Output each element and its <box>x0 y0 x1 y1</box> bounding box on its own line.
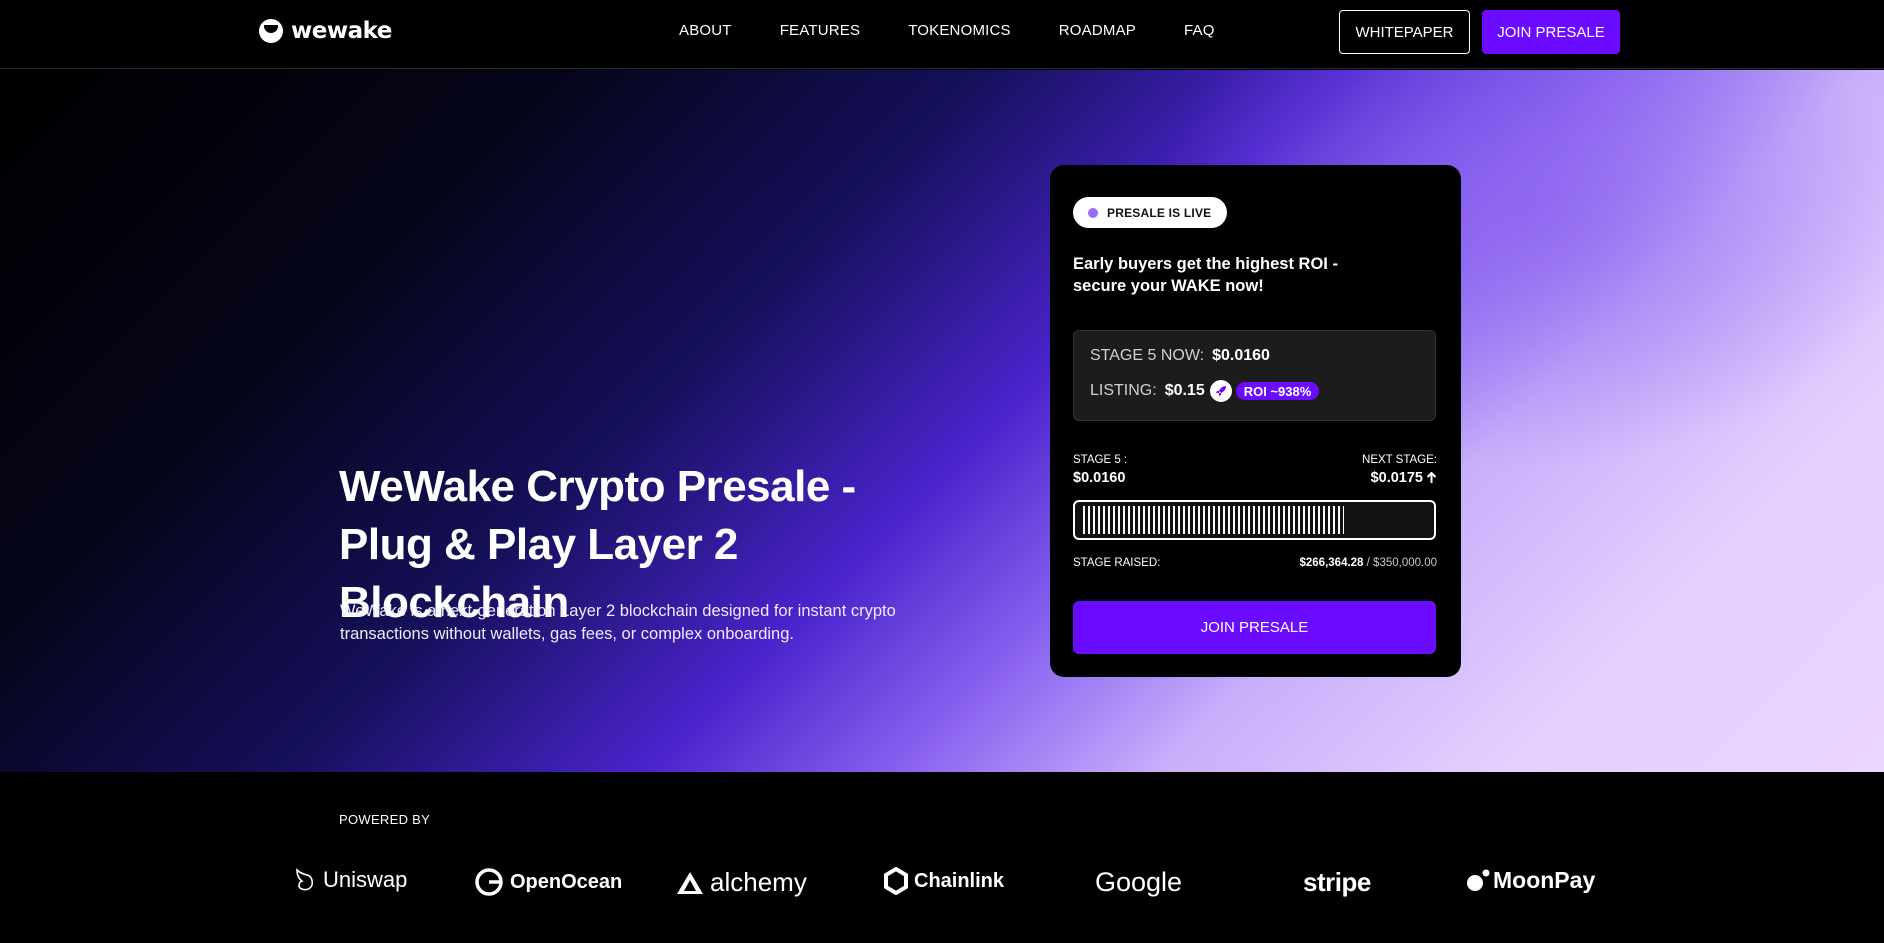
raised-value: $266,364.28 <box>1299 557 1364 569</box>
stage-raised-label: STAGE RAISED: <box>1073 557 1161 569</box>
current-stage-label: STAGE 5 : <box>1073 454 1128 466</box>
powered-by-label: POWERED BY <box>339 812 431 827</box>
partner-google: Google <box>1095 867 1182 898</box>
google-wordmark: Google <box>1095 867 1183 897</box>
nav-links: ABOUT FEATURES TOKENOMICS ROADMAP FAQ <box>679 22 1263 39</box>
next-stage-label: NEXT STAGE: <box>1362 454 1437 466</box>
brand-logo[interactable]: wewake <box>259 18 392 44</box>
stage-now-row: STAGE 5 NOW: $0.0160 <box>1090 347 1270 365</box>
listing-value: $0.15 <box>1164 382 1205 399</box>
alchemy-wordmark: alchemy <box>710 867 807 897</box>
live-dot-icon <box>1088 208 1098 218</box>
nav-link-tokenomics[interactable]: TOKENOMICS <box>908 22 1011 39</box>
hero-subtitle: WeWake is a next-generation Layer 2 bloc… <box>340 602 896 643</box>
uniswap-wordmark: Uniswap <box>323 867 408 892</box>
stage-progress-fill <box>1083 506 1345 534</box>
nav-link-roadmap[interactable]: ROADMAP <box>1059 22 1136 39</box>
next-stage-value: $0.0175 <box>1370 470 1423 486</box>
stage-now-value: $0.0160 <box>1212 347 1270 364</box>
presale-card: PRESALE IS LIVE Early buyers get the hig… <box>1050 165 1461 677</box>
partner-chainlink: Chainlink <box>884 867 1004 895</box>
nav-link-features[interactable]: FEATURES <box>780 22 861 39</box>
listing-label: LISTING: <box>1090 382 1157 399</box>
nav-join-presale-button[interactable]: JOIN PRESALE <box>1482 10 1620 54</box>
card-join-presale-button[interactable]: JOIN PRESALE <box>1073 601 1436 654</box>
stripe-wordmark: stripe <box>1303 867 1371 897</box>
stage-progress-bar <box>1073 500 1436 540</box>
next-stage-value-wrap: $0.0175 <box>1371 470 1437 486</box>
hero-section: WeWake Crypto Presale - Plug & Play Laye… <box>0 70 1884 772</box>
alchemy-logo-icon <box>677 871 703 894</box>
listing-row: LISTING: $0.15 ROI ~938% <box>1090 380 1320 402</box>
top-nav: wewake ABOUT FEATURES TOKENOMICS ROADMAP… <box>0 0 1884 69</box>
logo-text: wewake <box>291 18 392 44</box>
moonpay-wordmark: MoonPay <box>1493 867 1596 893</box>
uniswap-logo-icon <box>296 868 314 891</box>
powered-by-section: POWERED BY Uniswap OpenOcean alchemy Cha… <box>0 772 1884 943</box>
partner-uniswap: Uniswap <box>291 867 407 893</box>
presale-live-badge: PRESALE IS LIVE <box>1073 197 1228 228</box>
roi-badge: ROI ~938% <box>1235 382 1320 400</box>
openocean-wordmark: OpenOcean <box>510 870 623 893</box>
chainlink-wordmark: Chainlink <box>914 869 1005 892</box>
nav-link-about[interactable]: ABOUT <box>679 22 732 39</box>
nav-link-faq[interactable]: FAQ <box>1184 22 1215 39</box>
arrow-up-icon <box>1426 472 1437 483</box>
stage-raised-amount: $266,364.28 / $350,000.00 <box>1300 557 1438 569</box>
rocket-icon <box>1209 380 1232 402</box>
card-headline: Early buyers get the highest ROI - secur… <box>1073 255 1338 295</box>
wewake-logo-icon <box>259 19 283 43</box>
partner-moonpay: MoonPay <box>1465 867 1595 894</box>
partner-openocean: OpenOcean <box>474 867 622 897</box>
raised-target: $350,000.00 <box>1373 557 1437 569</box>
chainlink-logo-icon <box>884 867 908 895</box>
partner-alchemy: alchemy <box>676 867 807 898</box>
current-stage-value: $0.0160 <box>1073 470 1126 486</box>
whitepaper-button[interactable]: WHITEPAPER <box>1339 10 1470 54</box>
raised-separator: / <box>1363 557 1374 569</box>
price-box: STAGE 5 NOW: $0.0160 LISTING: $0.15 ROI … <box>1073 330 1436 421</box>
openocean-logo-icon <box>475 868 503 896</box>
stage-now-label: STAGE 5 NOW: <box>1090 347 1205 364</box>
partner-stripe: stripe <box>1303 867 1371 898</box>
live-label: PRESALE IS LIVE <box>1107 205 1212 220</box>
hero-title-line1: WeWake Crypto Presale - <box>339 462 856 511</box>
moonpay-logo-icon <box>1467 869 1490 891</box>
